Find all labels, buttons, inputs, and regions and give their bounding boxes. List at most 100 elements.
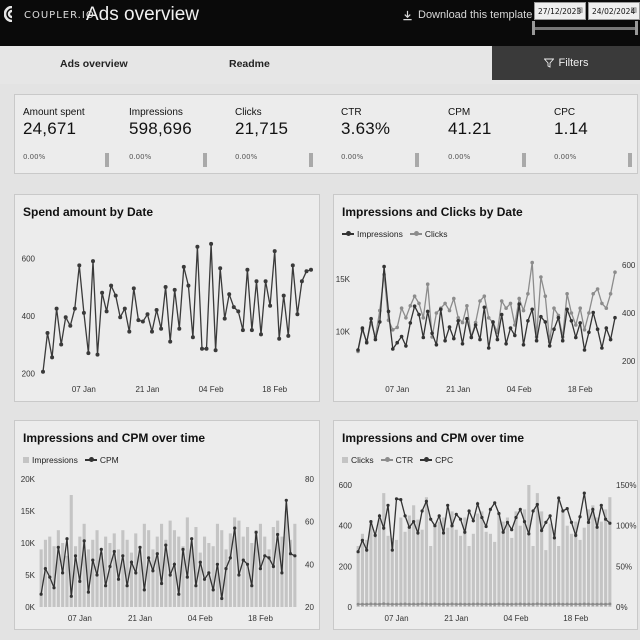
cpm-line-point <box>112 549 116 554</box>
cpm-line-point <box>147 556 151 560</box>
impressions-line-point <box>504 342 508 346</box>
impressions-bar <box>56 530 60 607</box>
impressions-line-point <box>526 319 530 323</box>
calendar-icon: ▤ <box>630 6 637 14</box>
clicks-ctr-cpc-combo-chart: 0 200 400 600 0% 50% 100% 150% 07 Jan 21 Jan 04 Fe… <box>339 481 637 623</box>
page-title: Ads overview <box>86 4 199 25</box>
ctr-line-point <box>557 602 561 606</box>
kpi-value: 41.21 <box>448 119 492 138</box>
ctr-line-point <box>591 602 595 606</box>
ctr-line-point <box>570 602 573 606</box>
top-bar: COUPLER.IO Ads overview Download this te… <box>0 0 640 46</box>
spend-line-point <box>54 306 59 311</box>
ctr-line-point <box>454 602 458 606</box>
impressions-line-point <box>482 305 487 310</box>
y-tick-label: 10K <box>21 539 36 548</box>
impressions-line-point <box>421 335 426 340</box>
cpc-line-point <box>386 503 390 507</box>
chart-card-spend: Spend amount by Date 200 400 600 07 Jan 21 J… <box>14 194 320 402</box>
kpi-value: 1.14 <box>554 119 588 138</box>
clicks-line-point <box>417 301 421 306</box>
spend-line-point <box>222 316 227 321</box>
spend-line-point <box>263 279 268 284</box>
cpm-line-point <box>142 588 146 592</box>
clicks-bar <box>591 505 595 607</box>
cpm-line-point <box>82 539 86 543</box>
spend-line-point <box>272 249 277 254</box>
ctr-line-point <box>599 602 603 606</box>
cpm-line-point <box>172 562 176 566</box>
ctr-line-point <box>608 602 612 606</box>
spend-line-point <box>95 352 100 357</box>
cpc-line-point <box>382 526 386 530</box>
calendar-icon: ▤ <box>576 6 583 14</box>
clicks-bar <box>505 517 509 607</box>
date-slider-start-handle[interactable] <box>532 21 535 35</box>
impressions-bar <box>203 536 207 607</box>
impressions-line-point <box>382 264 386 269</box>
end-date-input[interactable]: 24/02/2024 ▤ <box>588 2 640 20</box>
cpm-line-point <box>78 579 82 583</box>
clicks-bar <box>599 521 603 607</box>
clicks-bar <box>501 521 505 607</box>
ctr-line-point <box>459 602 462 606</box>
clicks-line-point <box>465 304 469 308</box>
cpm-line-point <box>224 567 228 571</box>
cpc-line-point <box>552 536 556 540</box>
clicks-bar <box>497 513 501 607</box>
cpc-line-point <box>557 496 561 500</box>
cpm-line-point <box>164 543 168 547</box>
cpm-line-point <box>237 573 241 577</box>
cpc-line-point <box>574 533 578 537</box>
cpc-line-point <box>356 550 360 554</box>
clicks-line-point <box>552 306 556 310</box>
cpc-line-point <box>501 530 505 534</box>
download-template-link[interactable]: Download this template <box>402 9 532 21</box>
impressions-line-point <box>465 316 469 321</box>
impressions-line-point <box>543 320 548 324</box>
cpc-line-point <box>399 498 403 502</box>
x-tick-label: 04 Feb <box>504 614 529 623</box>
date-slider-end-handle[interactable] <box>635 21 638 35</box>
spend-line-point <box>145 312 150 317</box>
clicks-bar <box>382 493 386 607</box>
cpc-line-point <box>488 507 492 511</box>
date-range-slider[interactable] <box>534 27 638 30</box>
cpc-line-point <box>369 520 373 524</box>
cpm-line-point <box>250 584 254 588</box>
ctr-line-point <box>476 602 480 606</box>
tab-readme[interactable]: Readme <box>229 58 270 70</box>
filters-button[interactable]: Filters <box>492 46 640 80</box>
clicks-line-point <box>447 308 452 313</box>
cpc-line-point <box>480 515 484 520</box>
spend-line-point <box>50 355 55 360</box>
y-tick-label: 5K <box>25 571 35 580</box>
cpc-line-point <box>424 499 428 503</box>
clicks-line-point <box>517 296 521 301</box>
spend-line-point <box>281 293 286 298</box>
spend-line-point <box>268 303 273 308</box>
clicks-bar <box>429 546 433 607</box>
cpm-line-point <box>185 575 189 579</box>
start-date-input[interactable]: 27/12/2023 ▤ <box>534 2 586 20</box>
ctr-line-point <box>373 602 377 606</box>
y-tick-label: 200 <box>622 357 636 366</box>
start-date-value: 27/12/2023 <box>538 7 582 16</box>
clicks-bar <box>484 531 488 607</box>
clicks-line-point <box>508 301 513 306</box>
clicks-line-point <box>408 304 413 308</box>
ctr-line-point <box>587 602 590 606</box>
ctr-line-point <box>514 602 518 606</box>
cpm-line-point <box>181 547 185 551</box>
spend-line-point <box>295 312 300 317</box>
cpm-line-point <box>65 537 69 541</box>
cpm-line-point <box>258 567 262 571</box>
spend-line-point <box>195 244 200 249</box>
cpm-line-point <box>241 558 245 562</box>
cpc-line-point <box>514 515 518 520</box>
ctr-line-point <box>390 602 394 606</box>
cpc-line-point <box>565 507 569 511</box>
tab-ads-overview[interactable]: Ads overview <box>60 58 128 70</box>
cpm-line-point <box>52 586 56 590</box>
ctr-line-point <box>480 602 484 606</box>
